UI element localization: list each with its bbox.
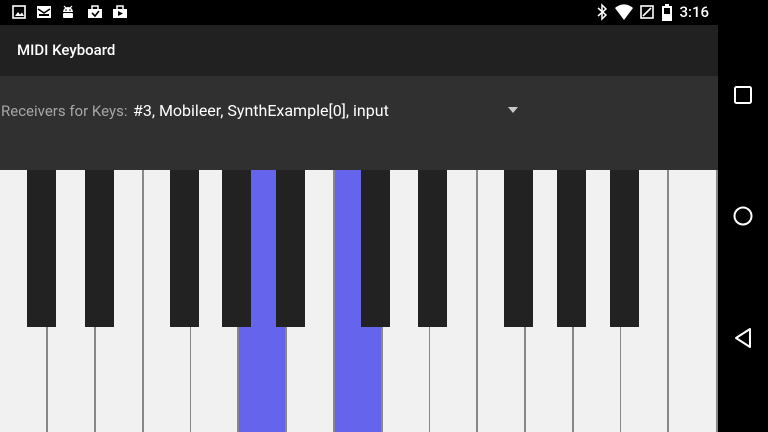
black-key[interactable]: [610, 170, 639, 327]
white-key[interactable]: [669, 170, 718, 432]
black-key[interactable]: [222, 170, 251, 327]
receivers-selected-value: #3, Mobileer, SynthExample[0], input: [133, 101, 389, 120]
recents-icon: [734, 86, 752, 104]
image-icon: [12, 5, 26, 19]
black-key[interactable]: [504, 170, 533, 327]
piano-keyboard[interactable]: [0, 170, 718, 432]
briefcase-play-icon: [113, 5, 127, 18]
home-icon: [733, 206, 753, 226]
app-title: MIDI Keyboard: [17, 41, 116, 59]
android-icon: [63, 5, 73, 18]
receivers-row: Receivers for Keys: #3, Mobileer, SynthE…: [0, 76, 718, 170]
black-key[interactable]: [85, 170, 114, 327]
receivers-dropdown[interactable]: #3, Mobileer, SynthExample[0], input: [128, 90, 528, 134]
status-clock: 3:16: [679, 3, 709, 21]
battery-icon: [662, 4, 672, 21]
battery-alert-icon: [640, 5, 654, 19]
back-button[interactable]: [718, 313, 768, 363]
navigation-bar: [718, 0, 768, 432]
black-key[interactable]: [557, 170, 586, 327]
black-key[interactable]: [170, 170, 199, 327]
black-key[interactable]: [418, 170, 447, 327]
dropdown-arrow-icon: [508, 107, 518, 113]
wifi-icon: [615, 4, 633, 20]
briefcase-icon: [88, 5, 102, 18]
mail-icon: [37, 6, 51, 18]
recents-button[interactable]: [718, 70, 768, 120]
black-key[interactable]: [361, 170, 390, 327]
status-bar: 3:16: [0, 0, 718, 25]
home-button[interactable]: [718, 191, 768, 241]
app-bar: MIDI Keyboard: [0, 25, 718, 76]
receivers-label: Receivers for Keys:: [1, 102, 128, 120]
black-key[interactable]: [27, 170, 56, 327]
bluetooth-icon: [597, 3, 608, 21]
black-key[interactable]: [276, 170, 305, 327]
back-icon: [735, 328, 751, 348]
